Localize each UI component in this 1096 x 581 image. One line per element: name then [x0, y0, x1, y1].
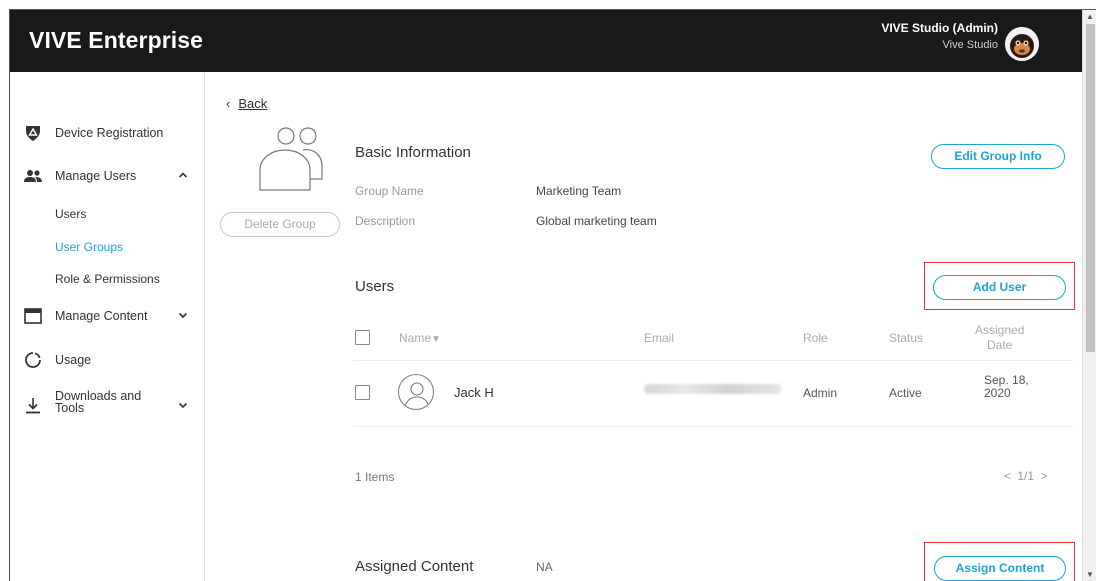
sidebar-item-label: Usage: [55, 353, 92, 367]
sidebar-item-device-registration[interactable]: Device Registration: [10, 121, 205, 145]
back-link[interactable]: ‹ Back: [226, 96, 267, 111]
highlight-box-add-user: [924, 262, 1075, 310]
description-value: Global marketing team: [536, 214, 657, 228]
select-all-checkbox[interactable]: [355, 330, 370, 345]
column-header-role: Role: [803, 331, 828, 345]
assigned-content-value: NA: [536, 560, 553, 574]
vertical-scrollbar[interactable]: ▲ ▼: [1082, 10, 1096, 581]
scroll-down-arrow-icon[interactable]: ▼: [1086, 570, 1094, 579]
column-header-status: Status: [889, 331, 924, 345]
group-name-label: Group Name: [355, 184, 424, 198]
chevron-down-icon[interactable]: [177, 308, 189, 322]
users-heading: Users: [355, 278, 395, 295]
group-avatar-icon: [259, 127, 323, 191]
scroll-thumb[interactable]: [1086, 24, 1095, 352]
row-checkbox[interactable]: [355, 385, 370, 400]
shield-icon: [26, 126, 40, 141]
sidebar-item-manage-users[interactable]: Manage Users: [10, 164, 205, 188]
main-content: ‹ Back Delete Group Basic Information Edi…: [206, 72, 1082, 581]
usage-ring-icon: [25, 352, 41, 368]
user-name[interactable]: Jack H: [454, 385, 494, 400]
sidebar-item-label: Downloads and Tools: [55, 389, 142, 415]
sidebar-subitem-user-groups[interactable]: User Groups: [55, 240, 123, 254]
app-window: VIVE Enterprise VIVE Studio (Admin) Vive…: [9, 9, 1096, 581]
sidebar-item-label: Manage Content: [55, 309, 148, 323]
top-header: VIVE Enterprise VIVE Studio (Admin) Vive…: [10, 10, 1082, 72]
user-assigned-date: Sep. 18, 2020: [984, 373, 1029, 400]
chevron-up-icon[interactable]: [177, 168, 189, 182]
items-count: 1 Items: [355, 470, 395, 484]
sidebar-item-label: Manage Users: [55, 169, 137, 183]
group-name-value: Marketing Team: [536, 184, 622, 198]
sort-desc-icon: ▼: [431, 334, 441, 345]
sidebar-item-usage[interactable]: Usage: [10, 348, 205, 372]
column-header-email: Email: [644, 331, 675, 345]
edit-group-info-button[interactable]: Edit Group Info: [931, 144, 1065, 169]
table-divider: [353, 360, 1073, 361]
user-role: Admin: [803, 386, 838, 400]
chevron-left-icon: ‹: [226, 96, 231, 111]
brand-title: VIVE Enterprise: [29, 27, 204, 53]
table-divider: [353, 426, 1073, 427]
users-icon: [24, 170, 42, 182]
column-header-assigned-date: Assigned Date: [975, 323, 1025, 352]
scroll-up-arrow-icon[interactable]: ▲: [1086, 12, 1094, 21]
account-org: Vive Studio: [942, 39, 998, 51]
user-avatar: [398, 374, 434, 410]
chevron-down-icon[interactable]: [177, 398, 189, 412]
highlight-box-assign-content: [924, 542, 1075, 581]
assigned-content-heading: Assigned Content: [355, 558, 474, 575]
account-name[interactable]: VIVE Studio (Admin): [881, 21, 998, 35]
sidebar-subitem-role-permissions[interactable]: Role & Permissions: [55, 272, 160, 286]
sidebar-item-label: Device Registration: [55, 126, 164, 140]
sidebar-item-downloads-tools[interactable]: Downloads and Tools: [10, 390, 205, 420]
sidebar-item-manage-content[interactable]: Manage Content: [10, 304, 205, 328]
column-header-name[interactable]: Name▼: [399, 331, 441, 345]
user-status: Active: [889, 386, 922, 400]
window-icon: [24, 308, 42, 324]
pagination[interactable]: < 1/1 >: [1004, 469, 1047, 483]
basic-information-heading: Basic Information: [355, 144, 471, 161]
sidebar: Device Registration Manage Users Users U…: [10, 72, 205, 581]
download-icon: [26, 398, 40, 414]
account-avatar[interactable]: [1005, 27, 1039, 61]
sidebar-subitem-users[interactable]: Users: [55, 207, 86, 221]
description-label: Description: [355, 214, 416, 228]
user-email-redacted: [644, 384, 782, 394]
delete-group-button[interactable]: Delete Group: [220, 212, 340, 237]
